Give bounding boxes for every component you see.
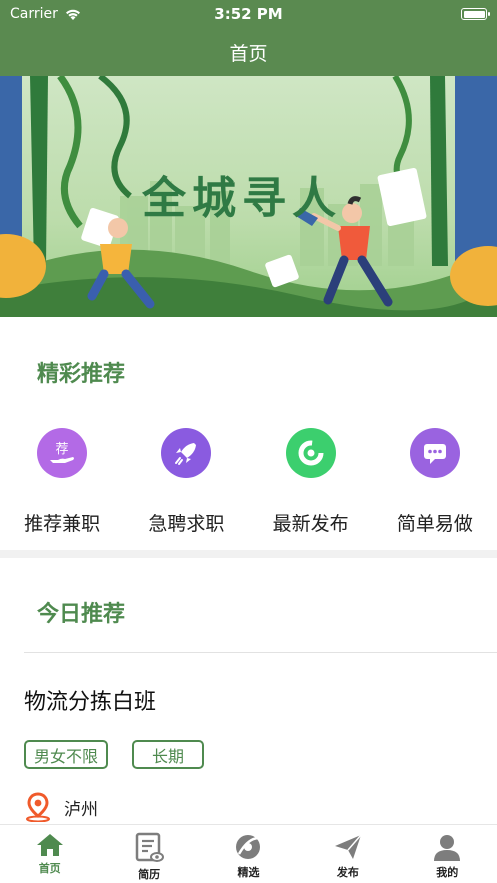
chat-bubble-icon bbox=[409, 428, 460, 478]
resume-icon bbox=[135, 832, 165, 862]
carrier-label: Carrier bbox=[10, 6, 58, 22]
banner-headline: 全城寻人 bbox=[142, 173, 342, 224]
home-icon bbox=[36, 834, 63, 856]
tab-home[interactable]: 首页 bbox=[0, 825, 99, 883]
featured-section-title: 精彩推荐 bbox=[37, 362, 126, 387]
tab-label-featured: 精选 bbox=[237, 866, 260, 879]
status-bar: Carrier 3:52 PM bbox=[0, 0, 497, 28]
nav-bar: 首页 bbox=[0, 28, 497, 76]
featured-item-latest[interactable]: 最新发布 bbox=[249, 428, 373, 538]
job-tag-duration: 长期 bbox=[132, 740, 204, 769]
section-divider bbox=[0, 550, 497, 558]
featured-label-latest: 最新发布 bbox=[272, 513, 349, 535]
battery-icon bbox=[461, 8, 490, 20]
tab-publish[interactable]: 发布 bbox=[298, 825, 397, 883]
tab-label-publish: 发布 bbox=[336, 866, 359, 879]
location-pin-icon bbox=[26, 792, 50, 822]
separator-line bbox=[24, 652, 497, 653]
featured-label-urgent: 急聘求职 bbox=[148, 513, 225, 535]
tab-featured[interactable]: 精选 bbox=[199, 825, 298, 883]
page-title: 首页 bbox=[229, 42, 268, 65]
tab-profile[interactable]: 我的 bbox=[398, 825, 497, 883]
tab-label-resume: 简历 bbox=[138, 868, 161, 881]
rocket-icon bbox=[161, 428, 212, 478]
job-location-text: 泸州 bbox=[64, 799, 98, 820]
refresh-circle-icon bbox=[285, 428, 336, 478]
svg-text:荐: 荐 bbox=[56, 442, 69, 457]
featured-label-easy: 简单易做 bbox=[396, 513, 473, 535]
featured-label-recommend: 推荐兼职 bbox=[24, 513, 101, 535]
job-title: 物流分拣白班 bbox=[24, 690, 157, 715]
today-section-title: 今日推荐 bbox=[37, 602, 126, 627]
tab-label-profile: 我的 bbox=[436, 866, 459, 879]
job-tag-gender: 男女不限 bbox=[24, 740, 108, 769]
featured-item-easy[interactable]: 简单易做 bbox=[373, 428, 497, 538]
send-icon bbox=[334, 834, 362, 859]
tab-resume[interactable]: 简历 bbox=[100, 825, 199, 883]
featured-item-urgent[interactable]: 急聘求职 bbox=[124, 428, 248, 538]
wifi-icon bbox=[65, 9, 80, 20]
featured-row: 荐 推荐兼职 急聘求职 最新发布 简单易做 bbox=[0, 428, 497, 538]
featured-icon bbox=[236, 835, 261, 859]
banner[interactable]: 全城寻人 bbox=[0, 76, 497, 317]
status-left: Carrier bbox=[10, 6, 82, 22]
recommend-hand-icon: 荐 bbox=[37, 428, 88, 478]
tab-bar: 首页 简历 精选 发布 我的 bbox=[0, 824, 497, 883]
profile-icon bbox=[434, 835, 461, 861]
job-location: 泸州 bbox=[24, 792, 98, 822]
featured-item-recommend[interactable]: 荐 推荐兼职 bbox=[0, 428, 124, 538]
tab-label-home: 首页 bbox=[38, 862, 61, 875]
